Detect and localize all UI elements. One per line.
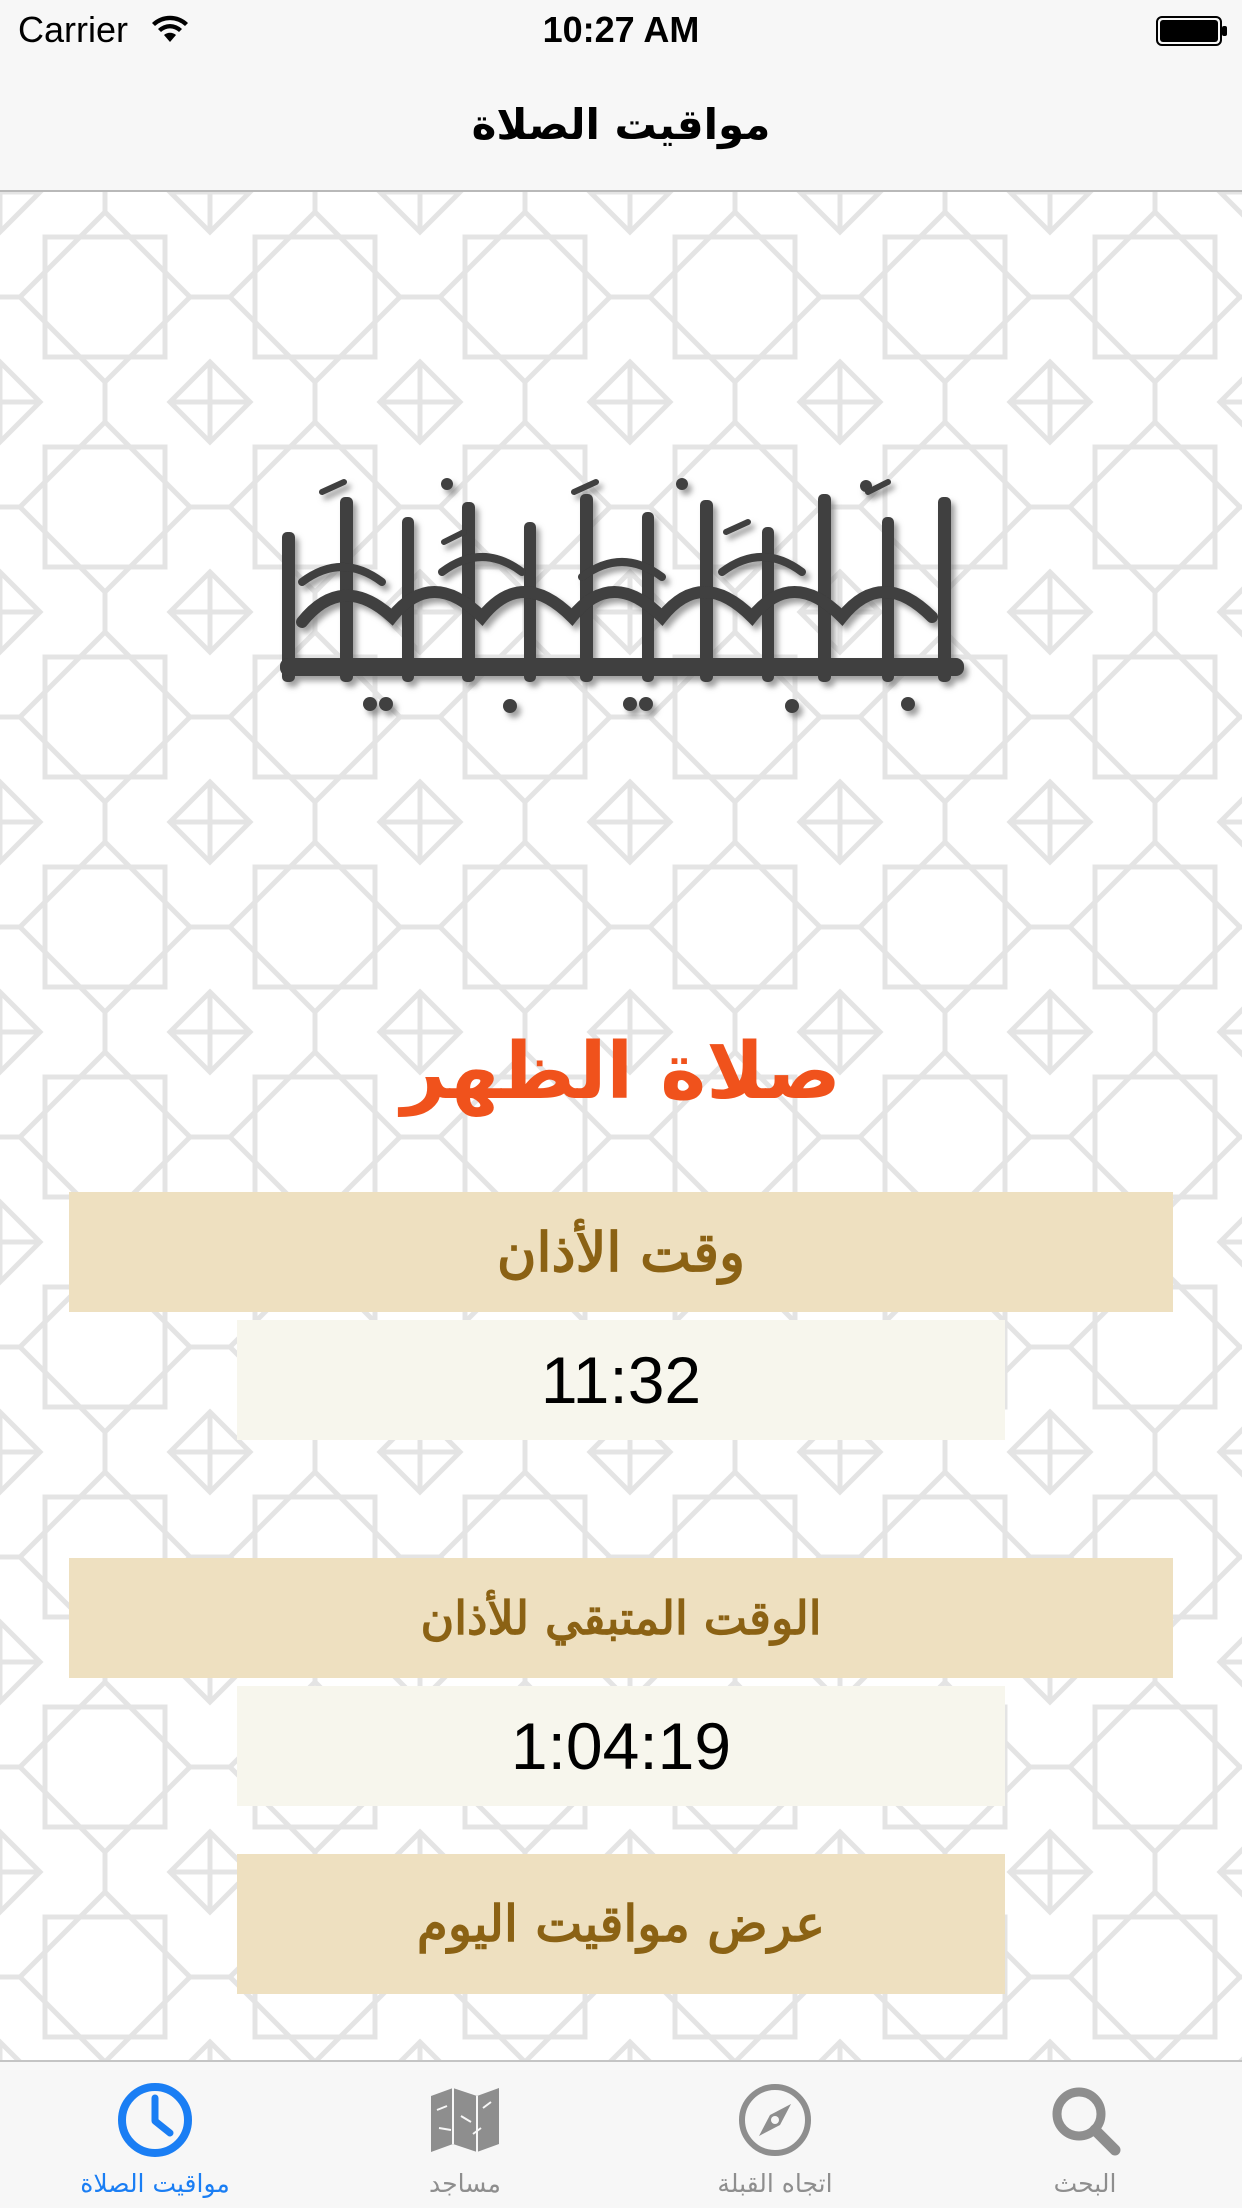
tab-label: اتجاه القبلة [717,2169,833,2198]
tab-prayer-times[interactable]: مواقيت الصلاة [0,2062,310,2208]
tab-mosques[interactable]: مساجد [310,2062,620,2208]
remaining-time-label: الوقت المتبقي للأذان [69,1558,1173,1678]
map-icon [431,2088,499,2152]
adhan-time-label: وقت الأذان [69,1192,1173,1312]
tab-qibla-direction[interactable]: اتجاه القبلة [620,2062,930,2208]
tab-bar: مواقيت الصلاة مساجد اتجاه القبلة البحث [0,2060,1242,2208]
tab-search[interactable]: البحث [930,2062,1240,2208]
show-today-times-button[interactable]: عرض مواقيت اليوم [237,1854,1005,1994]
tab-label: البحث [1053,2169,1117,2198]
battery-full-icon [1156,16,1227,46]
status-bar: Carrier 10:27 AM [0,0,1242,60]
navigation-bar: مواقيت الصلاة [0,60,1242,192]
main-content: صلاة الظهر وقت الأذان 11:32 الوقت المتبق… [0,192,1242,2060]
compass-icon [739,2084,811,2156]
search-icon [1052,2087,1121,2156]
status-time: 10:27 AM [542,9,700,50]
tab-label: مواقيت الصلاة [80,2169,230,2198]
quran-calligraphy-image [280,478,964,713]
tab-label: مساجد [429,2169,501,2198]
page-title: مواقيت الصلاة [471,100,771,149]
adhan-time-value: 11:32 [237,1320,1005,1440]
prayer-name-heading: صلاة الظهر [401,1027,841,1117]
remaining-time-value: 1:04:19 [237,1686,1005,1806]
clock-icon [118,2083,192,2157]
